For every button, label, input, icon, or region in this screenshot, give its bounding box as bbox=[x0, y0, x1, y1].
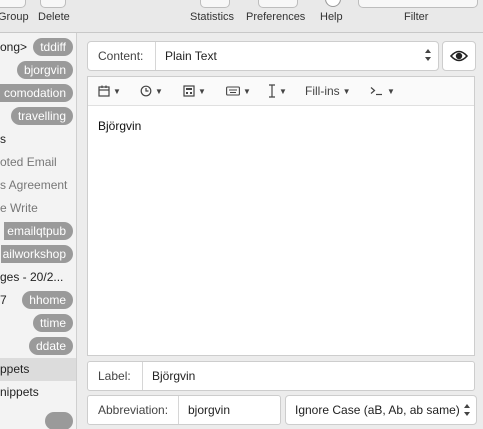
sidebar-item[interactable]: s bbox=[0, 128, 76, 151]
sidebar-item-label: ges - 20/2... bbox=[0, 270, 64, 284]
statistics-label: Statistics bbox=[190, 11, 235, 23]
insert-script-menu[interactable]: ▼ bbox=[370, 83, 395, 99]
label-field-label: Label: bbox=[98, 369, 131, 383]
label-field[interactable]: Label: Björgvin bbox=[87, 361, 475, 391]
chevron-down-icon: ▼ bbox=[387, 86, 395, 96]
sidebar-item-label: s bbox=[0, 132, 6, 146]
snippet-text[interactable]: Björgvin bbox=[98, 119, 141, 133]
label-input[interactable]: Björgvin bbox=[152, 369, 195, 383]
case-sensitivity-value: Ignore Case (aB, Ab, ab same) bbox=[295, 403, 460, 417]
terminal-icon bbox=[370, 87, 382, 96]
preview-button[interactable] bbox=[442, 41, 476, 71]
window-toolbar: Group Delete Statistics Preferences Help… bbox=[0, 0, 483, 33]
eye-icon bbox=[449, 50, 469, 62]
sidebar-item[interactable]: bjorgvin bbox=[0, 59, 76, 82]
sidebar-item-label: 7 bbox=[0, 293, 7, 307]
sidebar-item[interactable]: 7 hhome bbox=[0, 289, 76, 312]
group-icon bbox=[0, 0, 26, 8]
preferences-label: Preferences bbox=[246, 11, 306, 23]
chevron-down-icon: ▼ bbox=[279, 86, 287, 96]
chevron-down-icon: ▼ bbox=[113, 86, 121, 96]
abbreviation-field[interactable]: Abbreviation: bjorgvin bbox=[87, 395, 281, 425]
statistics-button[interactable]: Statistics bbox=[188, 0, 240, 32]
divider bbox=[178, 396, 179, 424]
chevron-down-icon: ▼ bbox=[243, 86, 251, 96]
chevron-down-icon: ▼ bbox=[342, 86, 351, 96]
sidebar-item[interactable]: ddate bbox=[0, 335, 76, 358]
filter-label: Filter bbox=[404, 11, 429, 23]
content-type-label: Content: bbox=[98, 49, 144, 63]
filter-search[interactable]: Filter bbox=[356, 0, 480, 32]
clock-icon bbox=[140, 85, 152, 97]
sidebar-item-label: ppets bbox=[0, 362, 30, 376]
help-button[interactable]: Help bbox=[316, 0, 350, 32]
content-type-value: Plain Text bbox=[165, 49, 217, 63]
content-type-select[interactable]: Content: Plain Text bbox=[87, 41, 439, 71]
sidebar-item[interactable]: s Agreement bbox=[0, 174, 76, 197]
abbreviation-label: Abbreviation: bbox=[98, 403, 169, 417]
keyboard-icon bbox=[226, 86, 240, 96]
insert-date-menu[interactable]: ▼ bbox=[98, 83, 121, 99]
sidebar-item-label: s Agreement bbox=[0, 178, 68, 192]
sidebar-item[interactable]: comodation bbox=[0, 82, 76, 105]
sidebar-item[interactable]: travelling bbox=[0, 105, 76, 128]
statistics-icon bbox=[200, 0, 230, 8]
sidebar-group-selected[interactable]: ppets bbox=[0, 358, 76, 381]
delete-label: Delete bbox=[38, 11, 70, 23]
insert-time-menu[interactable]: ▼ bbox=[140, 83, 163, 99]
insert-keyboard-menu[interactable]: ▼ bbox=[226, 83, 251, 99]
insert-calculation-menu[interactable]: ▼ bbox=[183, 83, 206, 99]
delete-button[interactable]: Delete bbox=[36, 0, 76, 32]
editor-toolbar: ▼ ▼ ▼ ▼ ▼ Fill-ins ▼ ▼ bbox=[88, 77, 474, 106]
sidebar-item[interactable] bbox=[0, 404, 76, 429]
sidebar-item-label: ong> bbox=[0, 40, 28, 54]
text-cursor-icon bbox=[269, 84, 275, 98]
sidebar-group[interactable]: nippets bbox=[0, 381, 76, 404]
case-sensitivity-select[interactable]: Ignore Case (aB, Ab, ab same) bbox=[285, 395, 477, 425]
divider bbox=[155, 42, 156, 70]
chevron-down-icon: ▼ bbox=[155, 86, 163, 96]
divider bbox=[142, 362, 143, 390]
abbreviation-badge: comodation bbox=[0, 84, 73, 102]
abbreviation-badge: bjorgvin bbox=[16, 61, 73, 79]
group-label: Group bbox=[0, 11, 29, 23]
snippet-editor[interactable]: ▼ ▼ ▼ ▼ ▼ Fill-ins ▼ ▼ Björgvin bbox=[87, 76, 475, 356]
sidebar-item[interactable]: e Write bbox=[0, 197, 76, 220]
abbreviation-badge: ddate bbox=[28, 337, 73, 355]
abbreviation-input[interactable]: bjorgvin bbox=[188, 403, 230, 417]
sidebar-item[interactable]: ttime bbox=[0, 312, 76, 335]
delete-icon bbox=[40, 0, 66, 8]
sidebar-item[interactable]: ailworkshop bbox=[0, 243, 76, 266]
sidebar-item[interactable]: ges - 20/2... bbox=[0, 266, 76, 289]
sidebar-item[interactable]: ong> tddiff bbox=[0, 36, 76, 59]
abbreviation-badge: tddiff bbox=[33, 38, 73, 56]
sidebar-item[interactable]: oted Email bbox=[0, 151, 76, 174]
filter-field[interactable] bbox=[358, 0, 478, 8]
fill-ins-label: Fill-ins bbox=[305, 84, 340, 98]
insert-cursor-menu[interactable]: ▼ bbox=[268, 83, 287, 99]
sidebar-item-label: oted Email bbox=[0, 155, 57, 169]
abbreviation-badge: hhome bbox=[22, 291, 73, 309]
fill-ins-menu[interactable]: Fill-ins ▼ bbox=[305, 83, 351, 99]
abbreviation-badge: emailqtpub bbox=[4, 222, 73, 240]
preferences-button[interactable]: Preferences bbox=[244, 0, 312, 32]
select-arrows-icon bbox=[425, 49, 431, 61]
sidebar-item-label: e Write bbox=[0, 201, 38, 215]
help-icon bbox=[325, 0, 341, 7]
chevron-down-icon: ▼ bbox=[198, 86, 206, 96]
group-button[interactable]: Group bbox=[0, 0, 40, 32]
abbreviation-badge: travelling bbox=[10, 107, 73, 125]
sidebar-item-label: nippets bbox=[0, 385, 39, 399]
abbreviation-badge: ttime bbox=[32, 314, 73, 332]
abbreviation-badge: ailworkshop bbox=[0, 245, 73, 263]
snippet-sidebar: ong> tddiff bjorgvin comodation travelli… bbox=[0, 33, 77, 429]
help-label: Help bbox=[320, 11, 343, 23]
abbreviation-badge-partial bbox=[45, 412, 73, 429]
select-arrows-icon bbox=[464, 404, 470, 416]
calendar-icon bbox=[98, 85, 110, 97]
snippet-editor-panel: Content: Plain Text ▼ ▼ ▼ ▼ ▼ Fill-ins ▼… bbox=[77, 33, 483, 429]
sidebar-item[interactable]: emailqtpub bbox=[0, 220, 76, 243]
calculator-icon bbox=[183, 85, 195, 97]
preferences-icon bbox=[258, 0, 298, 8]
